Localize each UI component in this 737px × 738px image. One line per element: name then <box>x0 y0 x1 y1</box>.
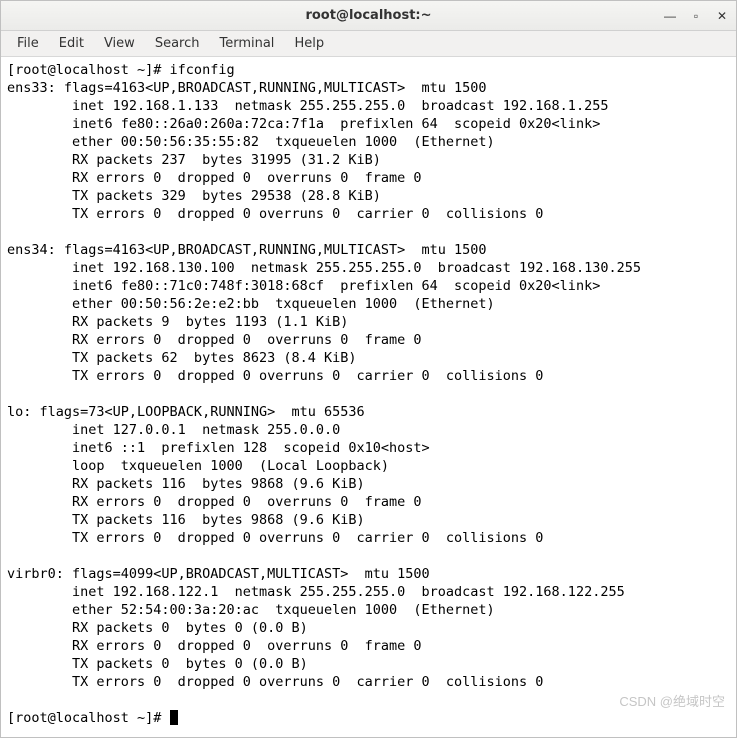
menubar: File Edit View Search Terminal Help <box>1 31 736 57</box>
maximize-button[interactable]: ▫ <box>688 8 704 24</box>
menu-file[interactable]: File <box>9 33 47 54</box>
menu-terminal[interactable]: Terminal <box>211 33 282 54</box>
terminal-output[interactable]: [root@localhost ~]# ifconfig ens33: flag… <box>1 57 736 737</box>
titlebar: root@localhost:~ — ▫ ✕ <box>1 1 736 31</box>
menu-help[interactable]: Help <box>286 33 332 54</box>
menu-edit[interactable]: Edit <box>51 33 92 54</box>
window-controls: — ▫ ✕ <box>662 8 730 24</box>
window-title: root@localhost:~ <box>305 8 431 23</box>
minimize-button[interactable]: — <box>662 8 678 24</box>
close-button[interactable]: ✕ <box>714 8 730 24</box>
terminal-window: root@localhost:~ — ▫ ✕ File Edit View Se… <box>0 0 737 738</box>
menu-view[interactable]: View <box>96 33 143 54</box>
cursor <box>170 710 178 725</box>
menu-search[interactable]: Search <box>147 33 208 54</box>
